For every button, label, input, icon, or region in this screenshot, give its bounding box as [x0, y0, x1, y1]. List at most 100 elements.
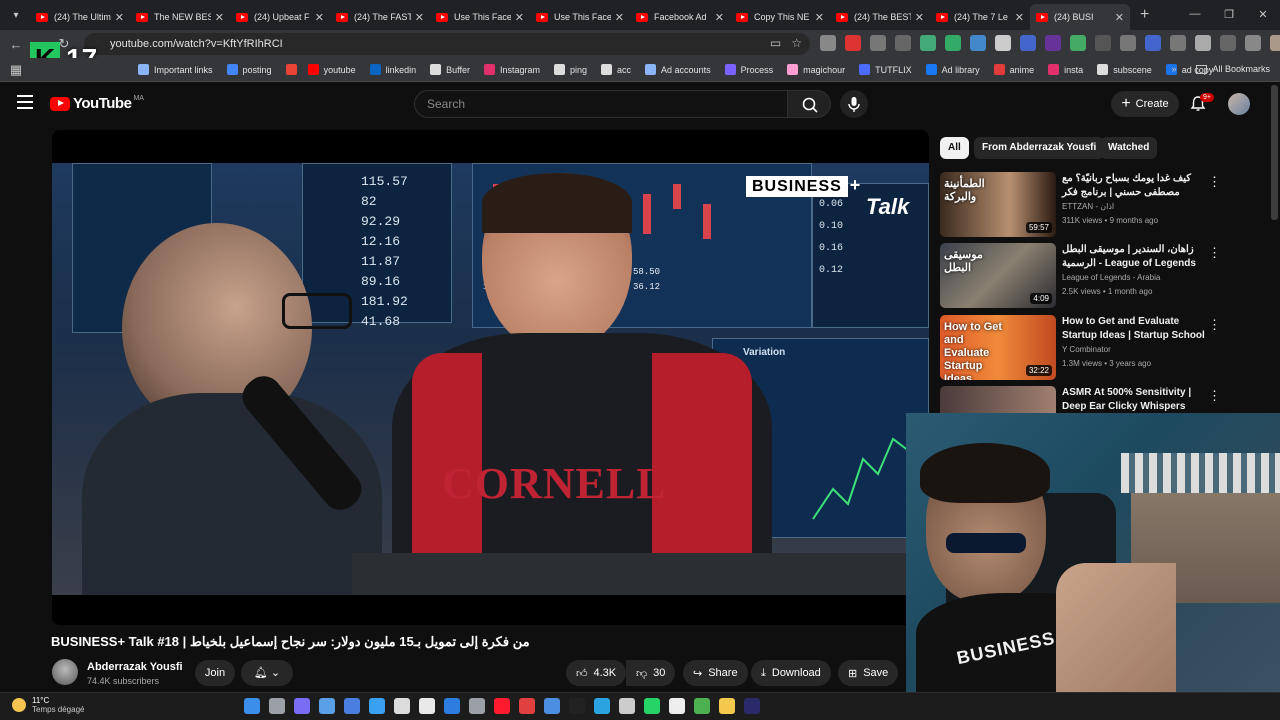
download-button[interactable]: ⤓ Download: [751, 660, 831, 686]
extension-icon[interactable]: [1020, 35, 1036, 51]
bookmark-item[interactable]: insta: [1048, 64, 1083, 75]
app-s-icon[interactable]: [344, 698, 360, 714]
extension-icon[interactable]: [970, 35, 986, 51]
bookmark-item[interactable]: subscene: [1097, 64, 1152, 75]
voice-search-button[interactable]: [840, 90, 868, 118]
more-options-icon[interactable]: ⋮: [1208, 388, 1221, 404]
close-tab-icon[interactable]: ✕: [415, 11, 424, 24]
extension-icon[interactable]: [870, 35, 886, 51]
bookmark-item[interactable]: Ad accounts: [645, 64, 711, 75]
browser-tab[interactable]: Facebook Ad ✕: [630, 4, 730, 30]
explorer-icon[interactable]: [719, 698, 735, 714]
recommended-title[interactable]: ASMR At 500% Sensitivity | Deep Ear Clic…: [1062, 386, 1212, 414]
bookmark-item[interactable]: anime: [993, 64, 1034, 75]
recommended-video[interactable]: الطمأنينة والبركة 59:57 كيف غدا يومك بسباح…: [940, 172, 1270, 238]
chip-from-channel[interactable]: From Abderrazak Yousfi: [974, 137, 1105, 159]
close-tab-icon[interactable]: ✕: [315, 11, 324, 24]
close-tab-icon[interactable]: ✕: [715, 11, 724, 24]
all-bookmarks-button[interactable]: » All Bookmarks: [1171, 64, 1270, 74]
youtube-logo[interactable]: YouTube MA: [50, 95, 144, 112]
bookmark-item[interactable]: ping: [554, 64, 587, 75]
extension-icon[interactable]: [920, 35, 936, 51]
extension-icon[interactable]: [1095, 35, 1111, 51]
video-thumbnail[interactable]: الطمأنينة والبركة 59:57: [940, 172, 1056, 237]
close-tab-icon[interactable]: ✕: [115, 11, 124, 24]
bookmark-item[interactable]: [285, 64, 302, 75]
close-tab-icon[interactable]: ✕: [915, 11, 924, 24]
recommended-title[interactable]: زاهان، السندير | موسيقى البطل الرسمية - …: [1062, 243, 1212, 271]
close-window-button[interactable]: ✕: [1246, 8, 1280, 21]
chrome-icon[interactable]: [694, 698, 710, 714]
video-thumbnail[interactable]: موسيقى البطل 4:09: [940, 243, 1056, 308]
extension-icon[interactable]: [845, 35, 861, 51]
bookmark-item[interactable]: TUTFLIX: [859, 64, 912, 75]
dislike-button[interactable]: 👎︎ 30: [626, 660, 676, 686]
browser-tab[interactable]: (24) The FAST ✕: [330, 4, 430, 30]
subscription-bell-button[interactable]: 🔔︎ ⌄: [241, 660, 293, 686]
join-button[interactable]: Join: [195, 660, 235, 686]
extension-icon[interactable]: [1070, 35, 1086, 51]
extension-icon[interactable]: [1145, 35, 1161, 51]
browser-tab[interactable]: (24) The BEST ✕: [830, 4, 930, 30]
vscode-icon[interactable]: [369, 698, 385, 714]
account-avatar[interactable]: [1228, 93, 1250, 115]
extension-icon[interactable]: [895, 35, 911, 51]
more-options-icon[interactable]: ⋮: [1208, 317, 1221, 333]
copilot-icon[interactable]: [294, 698, 310, 714]
weather-widget[interactable]: 11°C Temps dégagé: [12, 696, 84, 714]
save-button[interactable]: ⊞ Save: [838, 660, 899, 686]
bookmark-item[interactable]: Ad library: [925, 64, 980, 75]
telegram-icon[interactable]: [594, 698, 610, 714]
task-view-icon[interactable]: [269, 698, 285, 714]
recommended-channel[interactable]: League of Legends - Arabia: [1062, 273, 1160, 282]
extension-icon[interactable]: [1170, 35, 1186, 51]
browser-tab[interactable]: The NEW BES ✕: [130, 4, 230, 30]
extension-icon[interactable]: [820, 35, 836, 51]
browser-tab[interactable]: (24) The Ultim ✕: [30, 4, 130, 30]
restore-button[interactable]: ❐: [1212, 8, 1246, 21]
app-g-icon[interactable]: [619, 698, 635, 714]
cast-icon[interactable]: ▭: [770, 36, 781, 50]
close-tab-icon[interactable]: ✕: [1115, 11, 1124, 24]
extension-icon[interactable]: [1245, 35, 1261, 51]
bookmark-item[interactable]: youtube: [307, 64, 356, 75]
extension-icon[interactable]: [1220, 35, 1236, 51]
notion-icon[interactable]: [669, 698, 685, 714]
tab-search-button[interactable]: ▾: [2, 4, 30, 26]
back-button[interactable]: ←: [4, 37, 28, 52]
video-thumbnail[interactable]: How to Get and Evaluate Startup Ideas 32:…: [940, 315, 1056, 380]
address-bar[interactable]: youtube.com/watch?v=KftYfRIhRCI ▭ ☆: [84, 33, 810, 55]
apps-grid-icon[interactable]: ▦: [4, 62, 28, 78]
notepad-icon[interactable]: [394, 698, 410, 714]
create-button[interactable]: + Create: [1111, 91, 1179, 117]
close-tab-icon[interactable]: ✕: [1015, 11, 1024, 24]
share-button[interactable]: ↪ Share: [683, 660, 748, 686]
mail-icon[interactable]: [444, 698, 460, 714]
bookmark-item[interactable]: Buffer: [430, 64, 470, 75]
bookmark-item[interactable]: linkedin: [369, 64, 416, 75]
bookmark-item[interactable]: acc: [601, 64, 631, 75]
channel-name[interactable]: Abderrazak Yousfi: [87, 661, 183, 673]
scrollbar-thumb[interactable]: [1271, 85, 1278, 220]
close-tab-icon[interactable]: ✕: [215, 11, 224, 24]
tv-icon[interactable]: [519, 698, 535, 714]
bookmark-item[interactable]: Instagram: [483, 64, 540, 75]
more-options-icon[interactable]: ⋮: [1208, 174, 1221, 190]
extension-icon[interactable]: [995, 35, 1011, 51]
app-l-icon[interactable]: [319, 698, 335, 714]
recommended-title[interactable]: كيف غدا يومك بسباح ربانيّة؟ مع مصطفى حسن…: [1062, 172, 1212, 200]
tiktok-icon[interactable]: [569, 698, 585, 714]
chip-all[interactable]: All: [940, 137, 969, 159]
store-icon[interactable]: [419, 698, 435, 714]
premiere-icon[interactable]: [744, 698, 760, 714]
windows-icon[interactable]: [244, 698, 260, 714]
qb-icon[interactable]: [544, 698, 560, 714]
new-tab-button[interactable]: +: [1140, 6, 1149, 24]
video-player[interactable]: 115.57 82 92.29 12.16 11.87 89.16 181.92 41.68 …: [52, 130, 929, 625]
channel-avatar[interactable]: [52, 659, 78, 685]
browser-tab[interactable]: Use This Face ✕: [530, 4, 630, 30]
bookmark-star-icon[interactable]: ☆: [791, 36, 802, 50]
bookmark-item[interactable]: posting: [226, 64, 272, 75]
recommended-video[interactable]: موسيقى البطل 4:09 زاهان، السندير | موسيقى …: [940, 243, 1270, 309]
bookmark-item[interactable]: Important links: [138, 64, 213, 75]
